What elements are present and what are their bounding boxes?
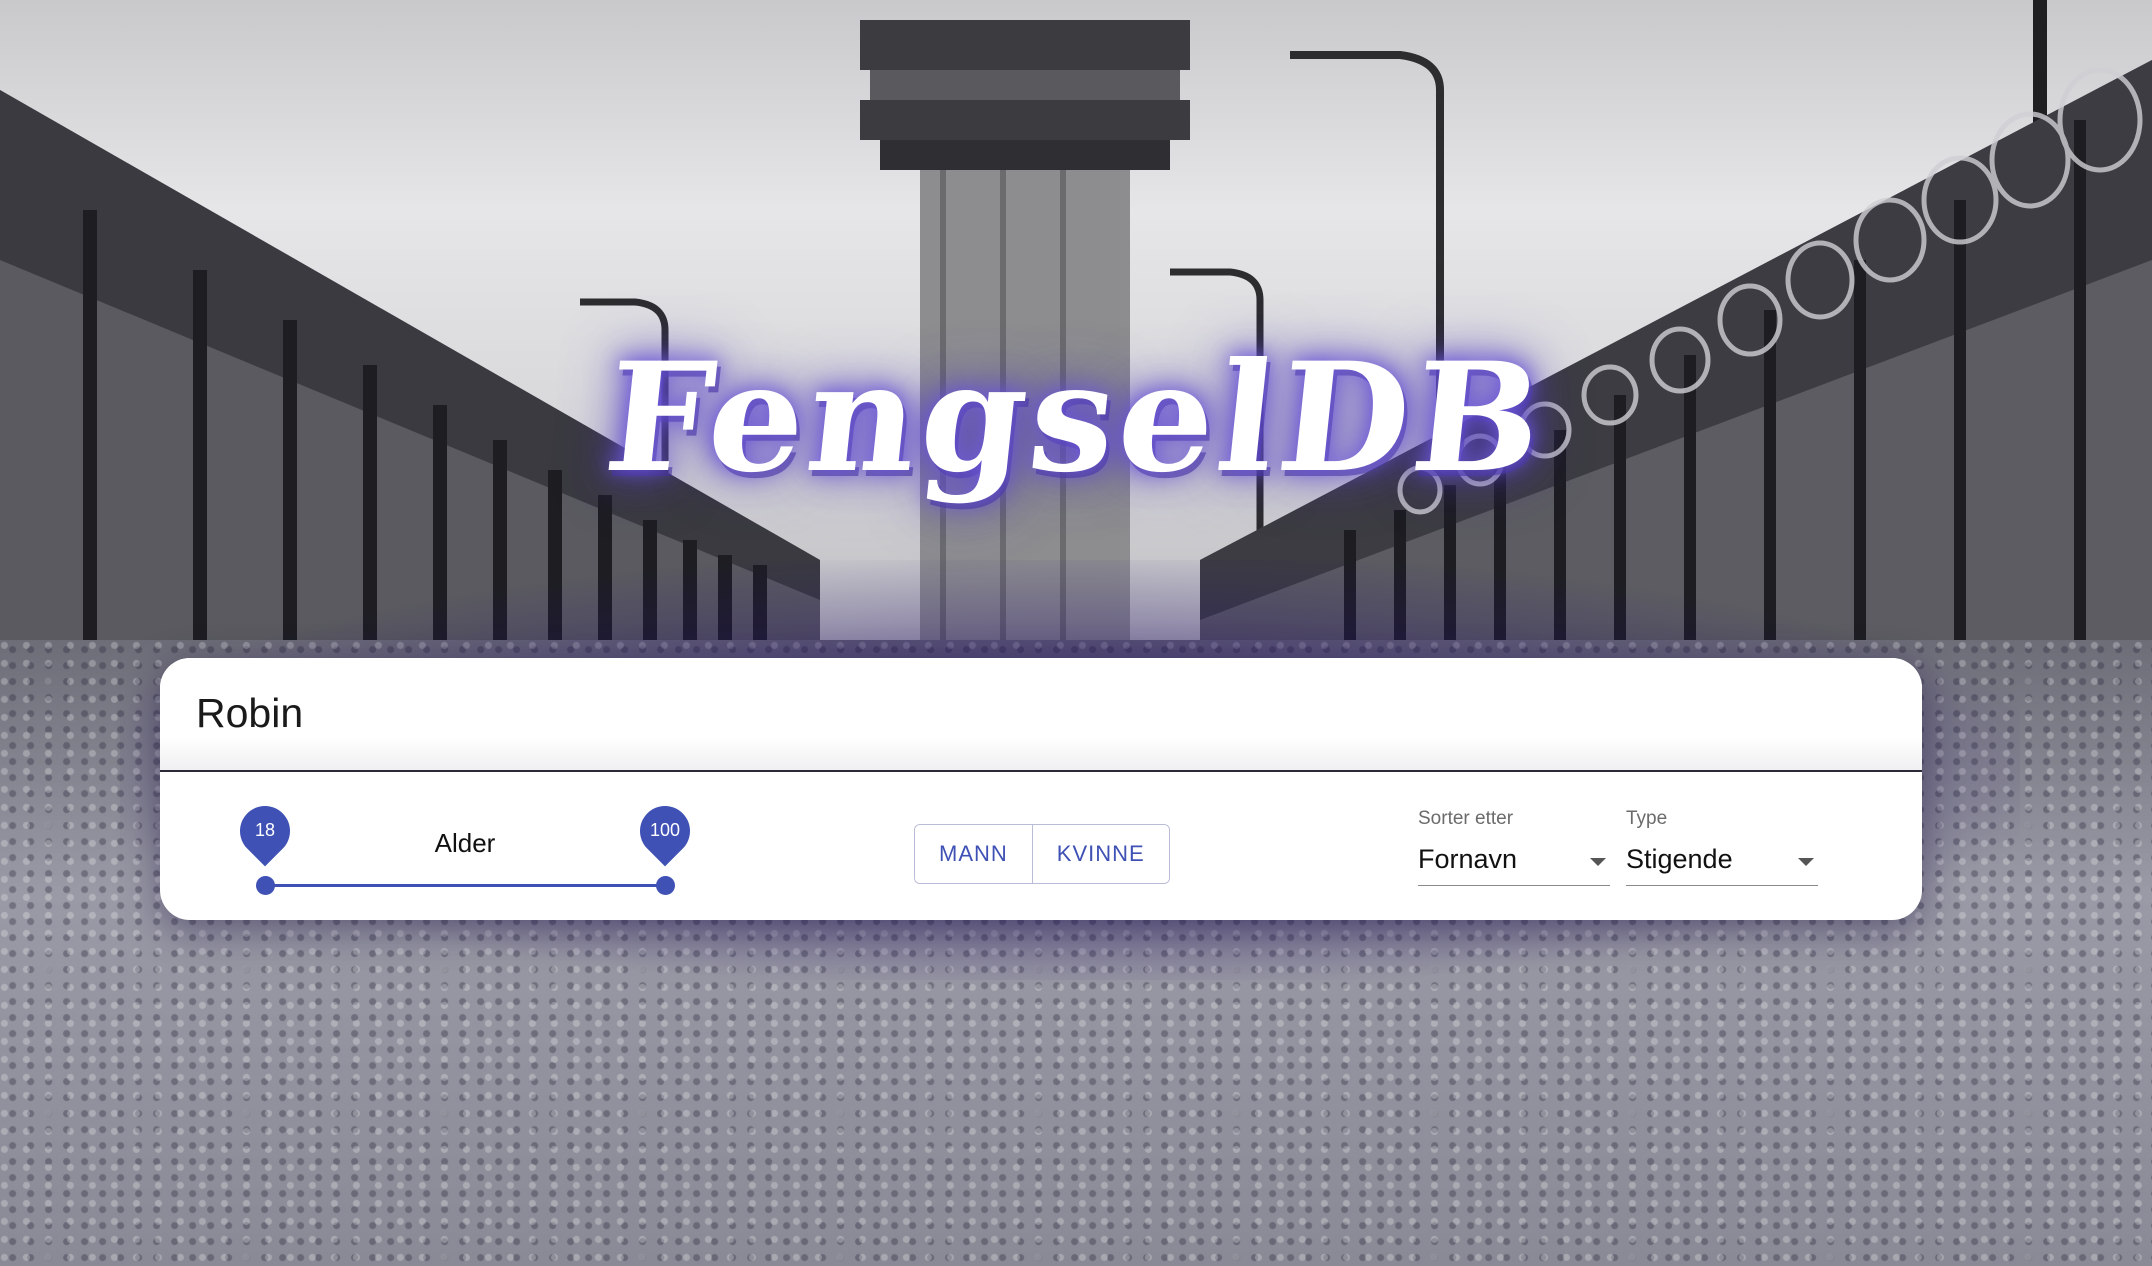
arrow-drop-down-icon	[1590, 858, 1606, 866]
min-age-thumb[interactable]	[256, 876, 275, 895]
sort-by-label: Sorter etter	[1418, 808, 1514, 829]
sort-by-value: Fornavn	[1418, 844, 1518, 874]
age-slider-track[interactable]	[265, 884, 665, 887]
search-row	[160, 658, 1922, 772]
sort-by-underline	[1418, 885, 1610, 886]
arrow-drop-down-icon	[1798, 858, 1814, 866]
gender-toggle-group: MANN KVINNE	[914, 824, 1170, 884]
max-age-value: 100	[649, 820, 681, 840]
app-title: FengselDB	[598, 330, 1554, 506]
title-container: FengselDB	[0, 330, 2152, 506]
background-prison-scene	[0, 0, 2152, 1266]
order-type-select[interactable]: Type Stigende	[1626, 806, 1818, 886]
order-type-underline	[1626, 885, 1818, 886]
gender-toggle-kvinne[interactable]: KVINNE	[1031, 825, 1169, 883]
gender-toggle-mann[interactable]: MANN	[915, 825, 1032, 883]
order-type-value: Stigende	[1626, 844, 1733, 874]
sort-by-select[interactable]: Sorter etter Fornavn	[1418, 806, 1610, 886]
min-age-value: 18	[254, 820, 276, 840]
order-type-label: Type	[1626, 808, 1668, 829]
max-age-thumb[interactable]	[656, 876, 675, 895]
search-input[interactable]	[196, 680, 1876, 746]
age-slider-label: Alder	[434, 828, 496, 858]
